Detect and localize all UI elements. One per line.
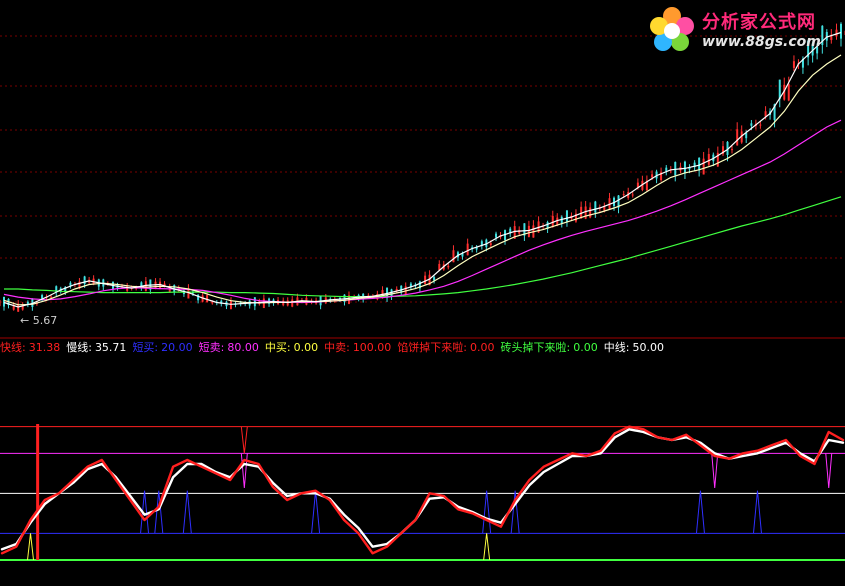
price-panel-gridlines [0,35,845,303]
legend-value: 20.00 [161,341,193,354]
candle-body [622,194,625,196]
flower-logo-icon [650,7,694,51]
legend-name: 中买: [264,341,291,354]
candle-body [424,275,427,284]
legend-name: 馅饼掉下来啦: [397,341,468,354]
candle-body [631,194,634,196]
candle-body [466,243,469,256]
signal-spike [482,490,492,534]
legend-value: 100.00 [352,341,392,354]
signal-spike [240,453,248,489]
legend-item: 砖头掉下来啦: 0.00 [501,341,598,354]
candle-body [495,233,498,238]
candle-body [792,61,795,68]
signal-spike [711,453,719,489]
legend-name: 短卖: [198,341,225,354]
legend-item: 短卖: 80.00 [199,341,259,354]
legend-item: 慢线: 35.71 [66,341,126,354]
candle-body [665,167,668,172]
price-candles [0,22,845,312]
candle-body [759,124,762,126]
legend-item: 中线: 50.00 [604,341,664,354]
legend-name: 中线: [603,341,630,354]
legend-name: 快线: [0,341,26,354]
indicator-lines [0,425,845,555]
candle-body [594,201,597,213]
candle-body [83,276,86,285]
indicator-legend: 快线: 31.38 慢线: 35.71 短买: 20.00 短卖: 80.00 中买: 0.00 中… [0,340,670,356]
legend-value: 35.71 [94,341,127,354]
brand-url: www.88gs.com [702,34,821,50]
price-series-line [3,119,842,304]
legend-item: 中卖: 100.00 [324,341,391,354]
candle-body [452,250,455,263]
candle-body [736,129,739,146]
legend-value: 0.00 [293,341,319,354]
legend-value: 80.00 [227,341,259,354]
legend-item: 馅饼掉下来啦: 0.00 [397,341,494,354]
indicator-series-line [0,425,845,555]
signal-spike [27,533,35,561]
candle-body [229,300,232,310]
candle-body [674,162,677,176]
candle-body [50,296,53,298]
candle-body [489,243,492,246]
legend-name: 砖头掉下来啦: [500,341,571,354]
legend-name: 中卖: [324,341,350,354]
price-moving-averages [3,31,842,308]
candle-body [41,295,44,299]
candle-body [211,302,214,304]
indicator-spikes [27,424,833,561]
signal-spike [311,490,321,534]
candle-body [282,300,285,306]
candle-body [527,225,530,237]
signal-spike [695,490,705,534]
legend-value: 0.00 [573,341,598,354]
candle-body [750,123,753,126]
candle-body [731,149,734,151]
legend-value: 31.38 [28,341,61,354]
signal-spike [483,533,491,561]
legend-value: 50.00 [632,341,664,354]
candle-body [589,207,592,218]
candle-body [3,296,5,307]
indicator-series-line [0,428,845,551]
candle-body [707,153,710,165]
candle-body [291,299,294,307]
signal-spike [752,490,762,534]
legend-name: 短买: [132,341,159,354]
chart-canvas[interactable] [0,0,845,586]
price-series-line [3,54,842,306]
candle-body [683,161,686,174]
signal-spike [825,453,833,489]
candle-body [144,281,147,292]
candle-body [651,174,654,178]
candle-body [447,265,450,268]
legend-item: 快线: 31.38 [0,341,60,354]
candle-body [787,84,790,101]
signal-spike [182,490,192,534]
candle-body [565,210,568,222]
price-low-label: ← 5.67 [20,314,58,327]
legend-item: 中买: 0.00 [265,341,318,354]
logo: 分析家公式网 www.88gs.com [646,4,842,58]
legend-item: 短买: 20.00 [132,341,192,354]
legend-name: 慢线: [66,341,92,354]
candle-body [702,158,705,175]
brand-name: 分析家公式网 [702,12,816,33]
candle-body [253,297,256,307]
legend-value: 0.00 [470,341,495,354]
candle-body [0,299,1,307]
candle-body [206,295,209,303]
signal-spike [240,426,248,454]
price-series-line [3,31,842,308]
